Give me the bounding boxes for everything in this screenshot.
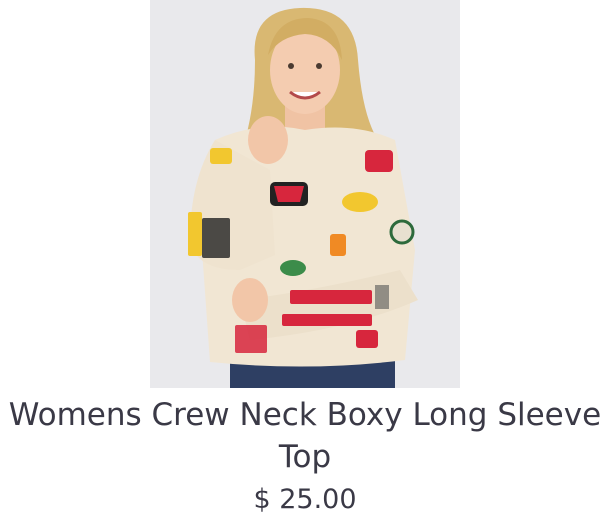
product-price: $ 25.00 [253, 484, 357, 515]
product-image[interactable] [150, 0, 460, 388]
product-card[interactable]: Womens Crew Neck Boxy Long Sleeve Top $ … [0, 0, 610, 520]
product-title[interactable]: Womens Crew Neck Boxy Long Sleeve Top [0, 394, 610, 478]
product-photo-illustration [150, 0, 460, 388]
